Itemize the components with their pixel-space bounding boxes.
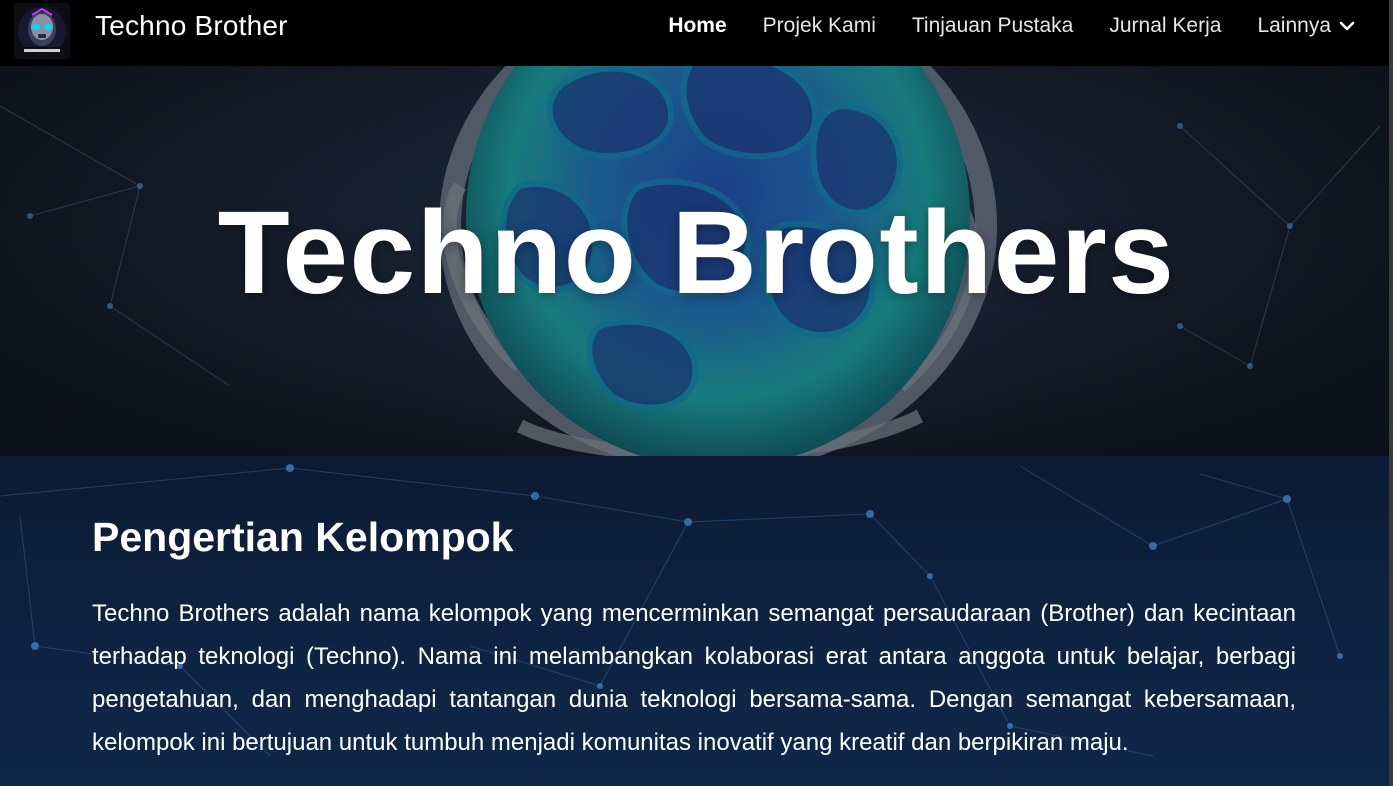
main-nav: Home Projek Kami Tinjauan Pustaka Jurnal…: [632, 14, 1355, 38]
nav-lainnya[interactable]: Lainnya: [1257, 14, 1355, 38]
section-heading: Pengertian Kelompok: [92, 514, 514, 560]
hero-banner: Techno Brothers: [0, 66, 1393, 456]
hero-title: Techno Brothers: [217, 187, 1176, 319]
robot-logo-icon[interactable]: [14, 3, 70, 59]
page: Techno Brother Home Projek Kami Tinjauan…: [0, 0, 1393, 786]
content-section: Pengertian Kelompok Techno Brothers adal…: [0, 456, 1393, 786]
chevron-down-icon: [1339, 21, 1355, 31]
nav-tinjauan-pustaka[interactable]: Tinjauan Pustaka: [912, 14, 1074, 38]
nav-projek-kami[interactable]: Projek Kami: [763, 14, 876, 38]
nav-lainnya-label: Lainnya: [1257, 14, 1331, 37]
section-body-text: Techno Brothers adalah nama kelompok yan…: [92, 600, 1296, 756]
site-title[interactable]: Techno Brother: [95, 10, 288, 42]
scrollbar[interactable]: [1389, 0, 1393, 786]
top-navigation-bar: Techno Brother Home Projek Kami Tinjauan…: [0, 0, 1393, 66]
nav-home[interactable]: Home: [668, 14, 726, 38]
nav-jurnal-kerja[interactable]: Jurnal Kerja: [1109, 14, 1221, 38]
